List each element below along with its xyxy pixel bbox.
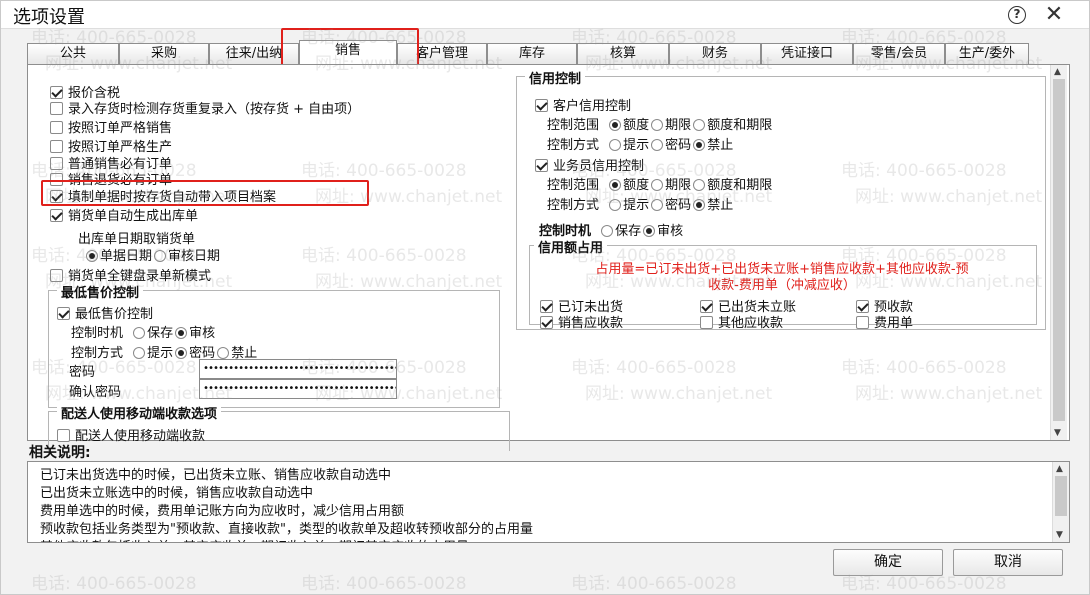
delivery-group: 配送人使用移动端收款选项 配送人使用移动端收款	[48, 403, 510, 451]
description-scrollbar[interactable]: ▲ ▼	[1052, 462, 1069, 542]
customer-credit-checkbox[interactable]: 客户信用控制	[535, 95, 631, 114]
watermark-phone: 电话: 400-665-0028	[301, 574, 467, 594]
outbound-date-options: 单据日期 审核日期	[80, 245, 220, 264]
min-price-title: 最低售价控制	[57, 282, 144, 301]
customer-range: 控制范围 额度 期限 额度和期限	[547, 118, 773, 133]
credit-control-group: 信用控制 客户信用控制 控制范围 额度 期限 额度和期限 控制方式 提示 密码 禁止 业…	[516, 68, 1046, 331]
description-line: 预收款包括业务类型为"预收款、直接收款"，类型的收款单及超收转预收部分的占用量	[40, 522, 533, 537]
outbound-date-radio-1[interactable]: 审核日期	[154, 249, 220, 264]
close-icon[interactable]: ✕	[1043, 4, 1065, 26]
salesman-range-radio-1[interactable]: 期限	[651, 178, 691, 193]
customer-range-radio-1[interactable]: 期限	[651, 118, 691, 133]
description-line: 已出货未立账选中的时候，销售应收款自动选中	[40, 486, 314, 501]
tab-8[interactable]: 凭证接口	[761, 43, 853, 65]
description-label: 相关说明:	[29, 445, 91, 461]
watermark-phone: 电话: 400-665-0028	[31, 574, 197, 594]
checkbox-icon[interactable]	[50, 102, 63, 115]
customer-method-radio-1[interactable]: 密码	[651, 138, 691, 153]
usage-item-5[interactable]: 费用单	[856, 312, 913, 331]
watermark-phone: 电话: 400-665-0028	[571, 574, 737, 594]
checkbox-icon[interactable]	[50, 140, 63, 153]
min-price-method-radio-0[interactable]: 提示	[133, 346, 173, 361]
credit-timing-radio-0[interactable]: 保存	[601, 224, 641, 239]
tab-6[interactable]: 核算	[577, 43, 669, 65]
cancel-button[interactable]: 取消	[953, 549, 1063, 576]
usage-item-3[interactable]: 销售应收款	[540, 312, 623, 331]
salesman-range: 控制范围 额度 期限 额度和期限	[547, 178, 773, 193]
password-label: 密码	[69, 365, 96, 380]
tab-9[interactable]: 零售/会员	[853, 43, 945, 65]
password-field[interactable]: ••••••••••••••••••••••••••••••••••••••••…	[199, 359, 397, 379]
tab-5[interactable]: 库存	[487, 43, 577, 65]
sales-option-2[interactable]: 按照订单严格销售	[50, 117, 172, 136]
customer-method-radio-2[interactable]: 禁止	[693, 138, 733, 153]
salesman-range-radio-0[interactable]: 额度	[609, 178, 649, 193]
description-box: ▲ ▼ 已订未出货选中的时候，已出货未立账、销售应收款自动选中 已出货未立账选中的…	[27, 461, 1070, 543]
salesman-method-radio-0[interactable]: 提示	[609, 198, 649, 213]
salesman-range-radio-2[interactable]: 额度和期限	[693, 178, 772, 193]
min-price-enable-checkbox[interactable]: 最低售价控制	[57, 303, 153, 322]
salesman-method-radio-1[interactable]: 密码	[651, 198, 691, 213]
salesman-method: 控制方式 提示 密码 禁止	[547, 198, 734, 213]
customer-range-radio-0[interactable]: 额度	[609, 118, 649, 133]
min-price-group: 最低售价控制 最低售价控制 控制时机 保存 审核 控制方式 提示 密码 禁止 密码 •…	[48, 282, 500, 408]
help-icon[interactable]: ?	[1006, 4, 1028, 26]
usage-formula: 占用量=已订未出货+已出货未立账+销售应收款+其他应收款-预 收款-费用单（冲减…	[595, 262, 969, 293]
delivery-title: 配送人使用移动端收款选项	[57, 403, 222, 422]
confirm-password-field[interactable]: ••••••••••••••••••••••••••••••••••••••••…	[199, 379, 397, 399]
salesman-method-radio-2[interactable]: 禁止	[693, 198, 733, 213]
title-bar: 选项设置 ? ✕	[1, 1, 1089, 29]
credit-title: 信用控制	[525, 68, 586, 87]
description-line: 其他应收款包括收入单、其它应收单、期初收入单、期初其它应收的占用量	[40, 536, 469, 542]
min-price-timing: 控制时机 保存 审核	[71, 326, 216, 341]
sales-options-panel: 报价含税 录入存货时检测存货重复录入（按存货 + 自由项） 按照订单严格销售 按照订单…	[27, 64, 1070, 451]
min-price-timing-radio-1[interactable]: 审核	[175, 326, 215, 341]
ok-button[interactable]: 确定	[833, 549, 943, 576]
description-line: 费用单选中的时候，费用单记账方向为应收时，减少信用占用额	[40, 504, 405, 519]
customer-method: 控制方式 提示 密码 禁止	[547, 138, 734, 153]
panel-scrollbar[interactable]: ▲ ▼	[1050, 65, 1067, 440]
credit-usage-title: 信用额占用	[534, 237, 608, 256]
salesman-credit-checkbox[interactable]: 业务员信用控制	[535, 155, 644, 174]
confirm-password-label: 确认密码	[69, 385, 122, 400]
checkbox-icon[interactable]	[50, 209, 63, 222]
tab-7[interactable]: 财务	[669, 43, 761, 65]
credit-timing-radio-1[interactable]: 审核	[643, 224, 683, 239]
dialog-title: 选项设置	[13, 7, 85, 28]
sales-option-7[interactable]: 销货单自动生成出库单	[50, 205, 198, 224]
outbound-date-radio-0[interactable]: 单据日期	[86, 249, 152, 264]
checkbox-icon[interactable]	[50, 121, 63, 134]
credit-usage-group: 信用额占用 占用量=已订未出货+已出货未立账+销售应收款+其他应收款-预 收款-…	[529, 237, 1037, 331]
tab-0[interactable]: 公共	[27, 43, 119, 65]
description-line: 已订未出货选中的时候，已出货未立账、销售应收款自动选中	[40, 468, 392, 483]
usage-item-4[interactable]: 其他应收款	[700, 312, 783, 331]
customer-range-radio-2[interactable]: 额度和期限	[693, 118, 772, 133]
options-dialog: 选项设置 ? ✕ 公共 采购 往来/出纳 销售 客户管理 库存 核算 财务 凭证接口 零售/会员生…	[0, 0, 1090, 595]
tab-1[interactable]: 采购	[119, 43, 209, 65]
option-highlight	[41, 180, 369, 206]
customer-method-radio-0[interactable]: 提示	[609, 138, 649, 153]
sales-option-1[interactable]: 录入存货时检测存货重复录入（按存货 + 自由项）	[50, 98, 360, 117]
min-price-timing-radio-0[interactable]: 保存	[133, 326, 173, 341]
tab-10[interactable]: 生产/委外	[945, 43, 1029, 65]
